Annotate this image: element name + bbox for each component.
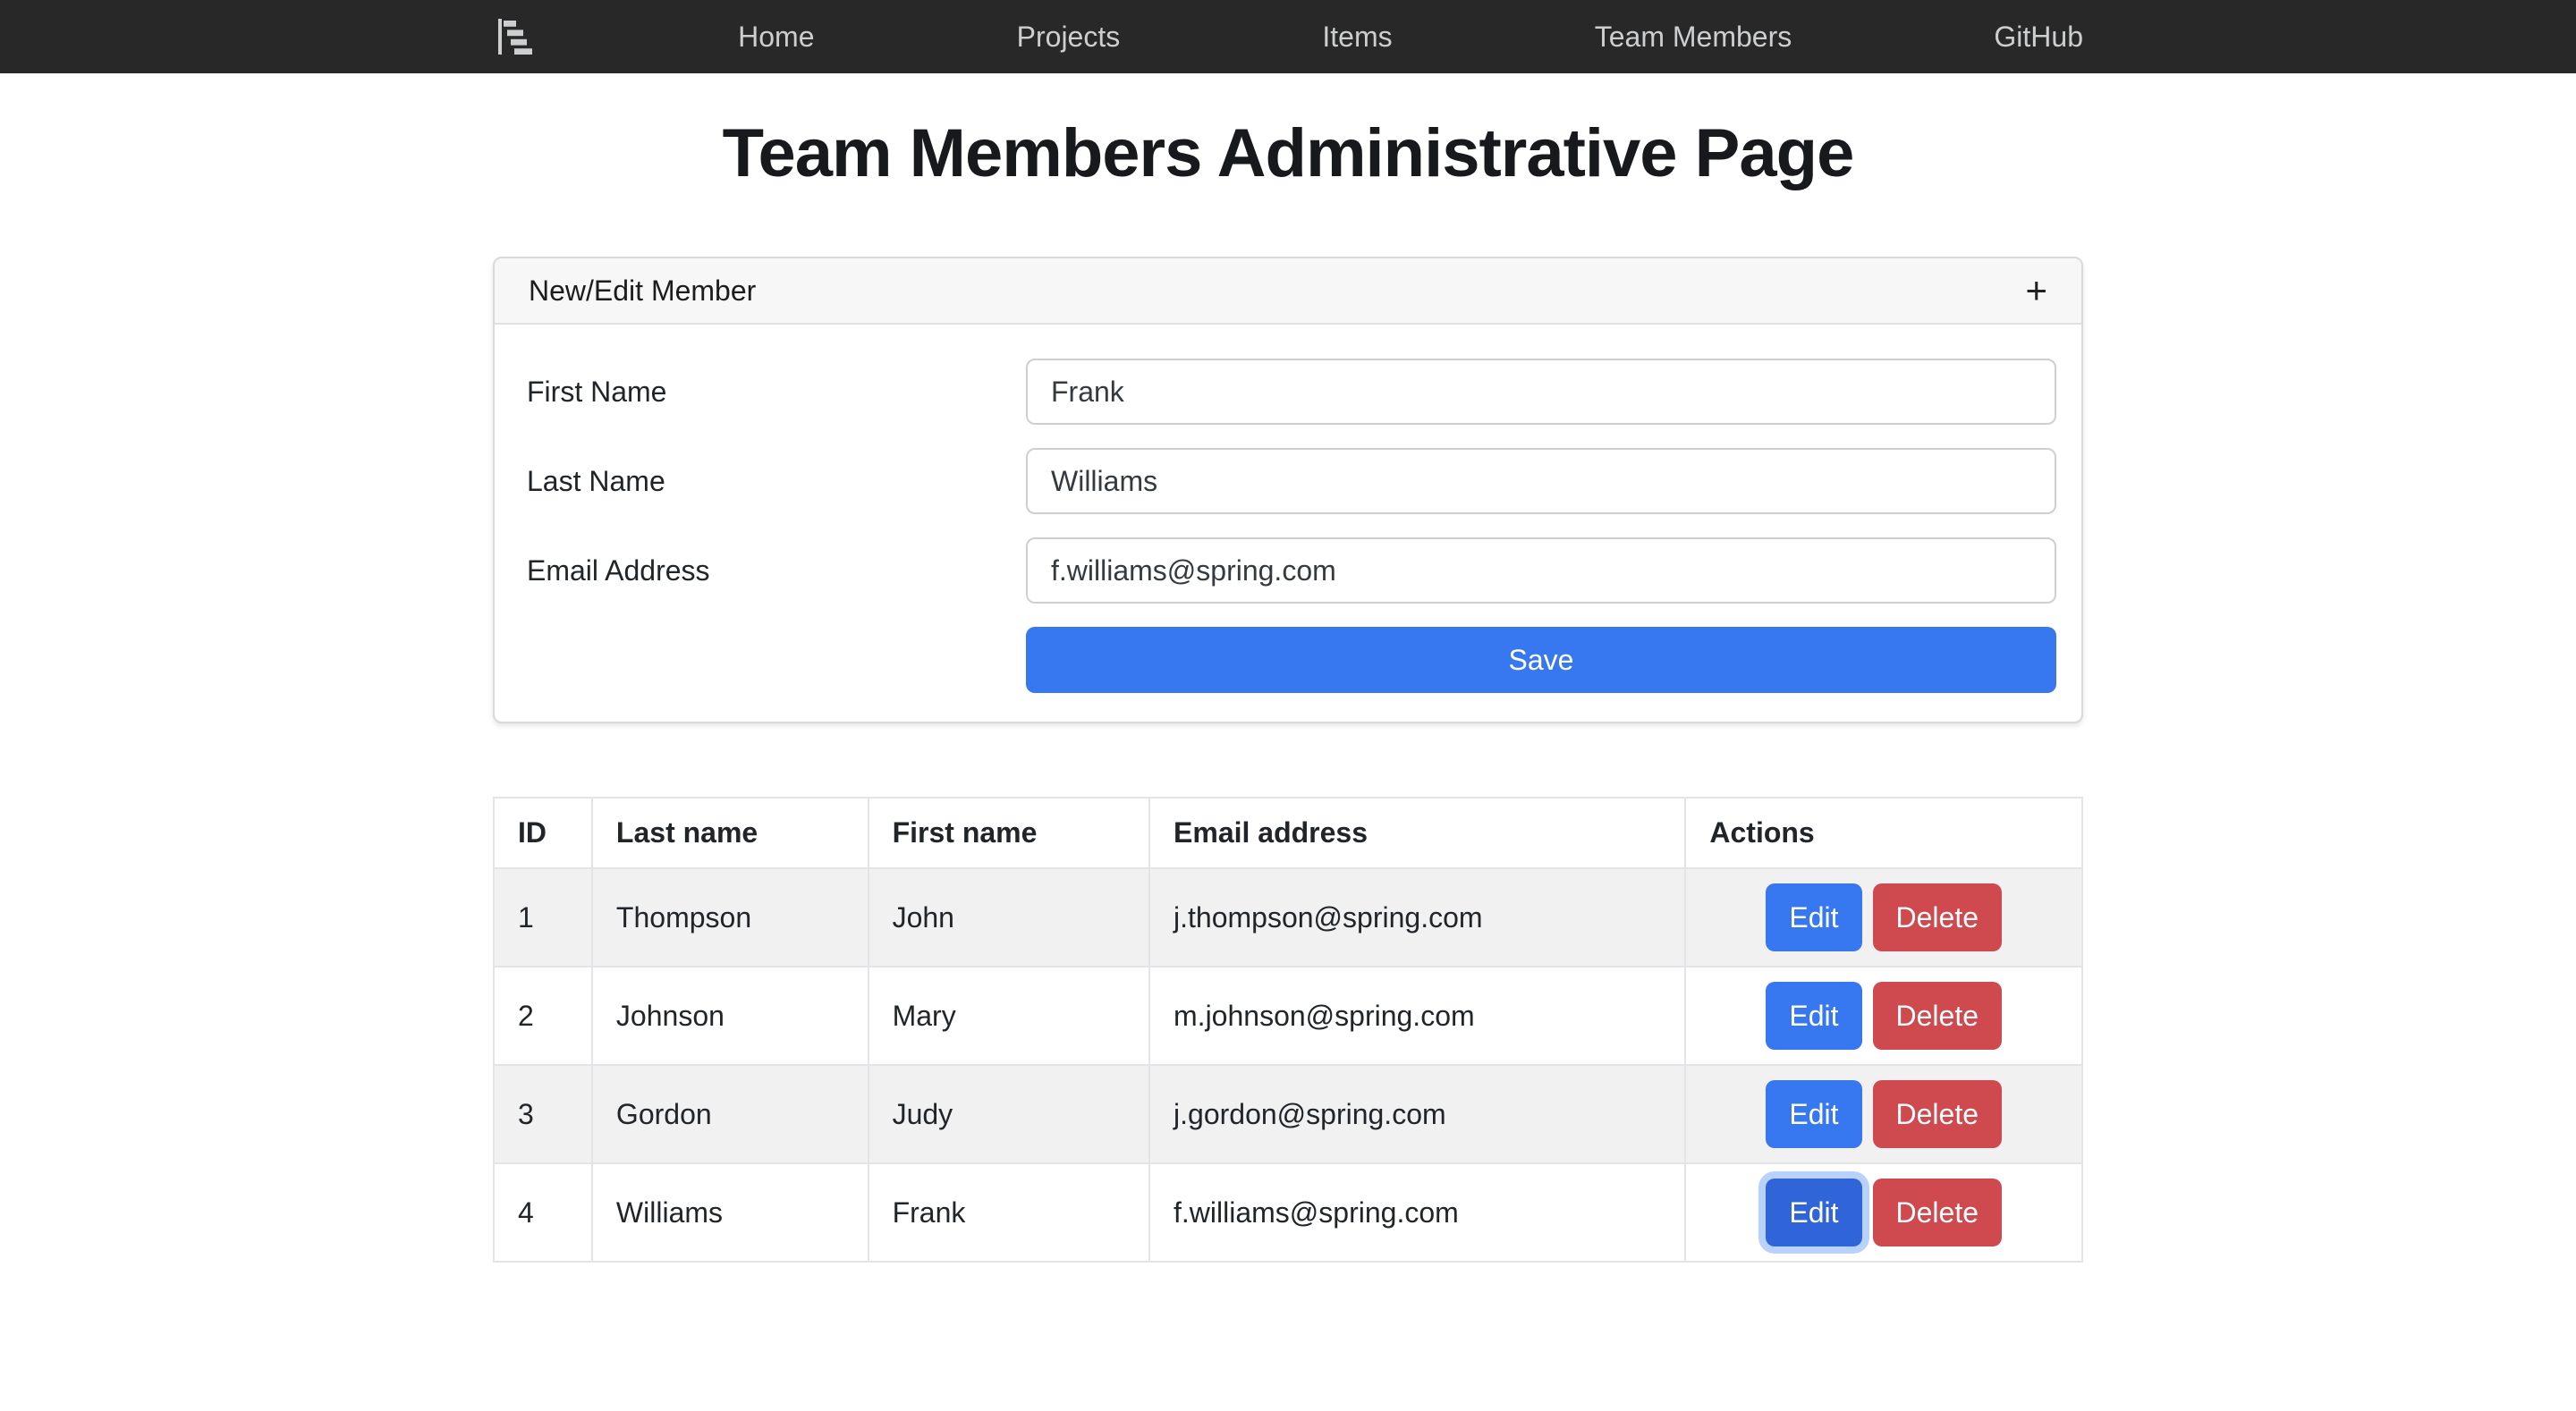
email-label: Email Address [520, 554, 1026, 587]
nav-item-home[interactable]: Home [738, 22, 814, 51]
cell-id: 4 [494, 1163, 592, 1262]
header-first-name: First name [869, 798, 1149, 868]
member-form-panel: New/Edit Member + First Name Last Name E… [493, 257, 2083, 723]
last-name-field[interactable] [1026, 448, 2056, 514]
cell-actions: EditDelete [1685, 1163, 2082, 1262]
last-name-row: Last Name [520, 448, 2056, 514]
first-name-row: First Name [520, 359, 2056, 425]
save-row: Save [520, 627, 2056, 693]
cell-email: j.thompson@spring.com [1149, 868, 1685, 967]
cell-actions: EditDelete [1685, 868, 2082, 967]
edit-button-focused[interactable]: Edit [1766, 1179, 1861, 1246]
email-row: Email Address [520, 537, 2056, 604]
cell-first-name: Judy [869, 1065, 1149, 1163]
page-title: Team Members Administrative Page [0, 114, 2576, 192]
form-panel-title: New/Edit Member [529, 275, 756, 308]
delete-button[interactable]: Delete [1873, 1080, 2003, 1148]
cell-email: j.gordon@spring.com [1149, 1065, 1685, 1163]
table-header-row: ID Last name First name Email address Ac… [494, 798, 2082, 868]
delete-button[interactable]: Delete [1873, 883, 2003, 951]
cell-last-name: Johnson [592, 967, 869, 1065]
cell-id: 2 [494, 967, 592, 1065]
cell-id: 1 [494, 868, 592, 967]
header-email: Email address [1149, 798, 1685, 868]
cell-last-name: Gordon [592, 1065, 869, 1163]
cell-first-name: Frank [869, 1163, 1149, 1262]
edit-button[interactable]: Edit [1766, 1080, 1861, 1148]
edit-button[interactable]: Edit [1766, 883, 1861, 951]
cell-actions: EditDelete [1685, 1065, 2082, 1163]
brand-logo[interactable] [493, 15, 536, 58]
table-row: 1 Thompson John j.thompson@spring.com Ed… [494, 868, 2082, 967]
cell-email: f.williams@spring.com [1149, 1163, 1685, 1262]
gantt-chart-icon [493, 15, 536, 58]
table-row: 2 Johnson Mary m.johnson@spring.com Edit… [494, 967, 2082, 1065]
cell-first-name: John [869, 868, 1149, 967]
cell-actions: EditDelete [1685, 967, 2082, 1065]
nav-item-github[interactable]: GitHub [1994, 22, 2083, 51]
form-panel-body: First Name Last Name Email Address Save [495, 325, 2081, 722]
edit-button[interactable]: Edit [1766, 982, 1861, 1050]
expand-toggle-icon[interactable]: + [2025, 272, 2047, 309]
cell-first-name: Mary [869, 967, 1149, 1065]
nav-item-projects[interactable]: Projects [1017, 22, 1121, 51]
cell-id: 3 [494, 1065, 592, 1163]
nav-item-team-members[interactable]: Team Members [1595, 22, 1792, 51]
first-name-label: First Name [520, 376, 1026, 409]
table-row: 3 Gordon Judy j.gordon@spring.com EditDe… [494, 1065, 2082, 1163]
delete-button[interactable]: Delete [1873, 1179, 2003, 1246]
cell-last-name: Thompson [592, 868, 869, 967]
nav-item-items[interactable]: Items [1322, 22, 1392, 51]
top-navbar: Home Projects Items Team Members GitHub [0, 0, 2576, 73]
first-name-field[interactable] [1026, 359, 2056, 425]
table-row: 4 Williams Frank f.williams@spring.com E… [494, 1163, 2082, 1262]
header-actions: Actions [1685, 798, 2082, 868]
header-last-name: Last name [592, 798, 869, 868]
navbar-inner: Home Projects Items Team Members GitHub [493, 0, 2083, 73]
delete-button[interactable]: Delete [1873, 982, 2003, 1050]
members-table: ID Last name First name Email address Ac… [493, 797, 2083, 1263]
cell-email: m.johnson@spring.com [1149, 967, 1685, 1065]
last-name-label: Last Name [520, 465, 1026, 498]
header-id: ID [494, 798, 592, 868]
email-field[interactable] [1026, 537, 2056, 604]
form-panel-header[interactable]: New/Edit Member + [495, 258, 2081, 325]
save-button[interactable]: Save [1026, 627, 2056, 693]
cell-last-name: Williams [592, 1163, 869, 1262]
